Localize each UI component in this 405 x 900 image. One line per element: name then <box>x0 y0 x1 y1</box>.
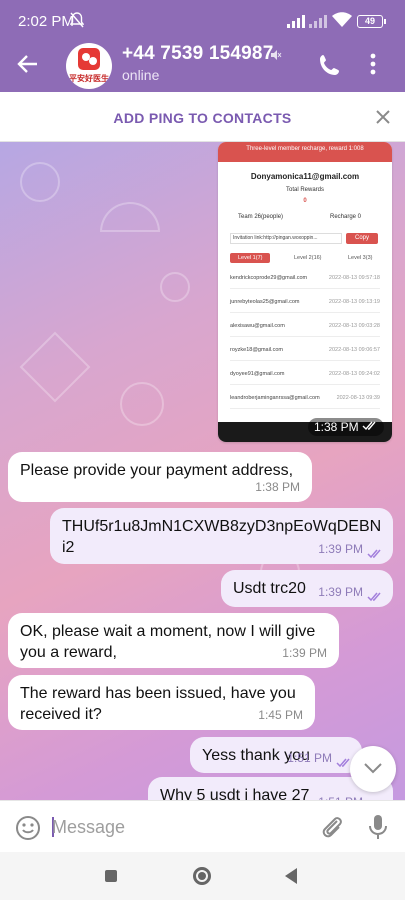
photo-row: dyoyee91@gmail.com 2022-08-13 09:24:02 <box>230 364 380 385</box>
message-bubble-incoming[interactable]: Please provide your payment address, 1:3… <box>8 452 312 502</box>
message-bubble-outgoing[interactable]: Yess thank you 1:51 PM <box>190 737 362 773</box>
photo-row-date: 2022-08-13 09:39 <box>336 395 380 401</box>
photo-recharge-label: Recharge 0 <box>330 214 362 220</box>
read-checks-icon <box>362 421 376 431</box>
avatar[interactable]: 平安好医生 <box>66 43 112 89</box>
recent-apps-icon[interactable] <box>105 870 117 882</box>
message-text: The reward has been issued, have you rec… <box>20 685 296 723</box>
photo-row: junrebyteolas25@gmail.com 2022-08-13 09:1… <box>230 292 380 313</box>
message-time: 1:51 PM <box>287 751 332 765</box>
message-time: 1:38 PM <box>255 480 300 494</box>
back-arrow-icon[interactable] <box>17 53 39 80</box>
photo-row-date: 2022-08-13 09:57:18 <box>328 275 380 281</box>
message-bubble-incoming[interactable]: The reward has been issued, have you rec… <box>8 675 315 730</box>
wallpaper-doodle <box>120 382 164 426</box>
battery-icon: 49 <box>357 15 386 28</box>
photo-row-email: alexisawu@gmail.com <box>230 323 285 329</box>
photo-row-email: kendrickcoprode29@gmail.com <box>230 275 308 281</box>
photo-row-email: leandroberjaminganrssa@gmail.com <box>230 395 320 401</box>
wallpaper-doodle <box>100 202 160 232</box>
add-to-contacts-button[interactable]: ADD PING TO CONTACTS <box>0 110 405 126</box>
photo-row-date: 2022-08-13 09:03:28 <box>328 323 380 329</box>
photo-row-date: 2022-08-13 09:24:02 <box>328 371 380 377</box>
scroll-to-bottom-button[interactable] <box>350 746 396 792</box>
photo-row: leandroberjaminganrssa@gmail.com 2022-08-… <box>230 388 380 409</box>
add-contact-bar: ADD PING TO CONTACTS <box>0 92 405 142</box>
message-bubble-outgoing[interactable]: Usdt trc20 1:39 PM <box>221 570 393 607</box>
wallpaper-doodle <box>160 272 190 302</box>
image-time-text: 1:38 PM <box>313 420 359 434</box>
app-logo-icon <box>78 48 100 70</box>
message-time: 1:39 PM <box>318 585 363 599</box>
message-time: 1:38 PM <box>307 418 384 436</box>
back-icon[interactable] <box>285 868 297 884</box>
photo-row-email: royzke18@gmail.com <box>230 347 283 353</box>
read-checks-icon <box>367 592 381 602</box>
message-input[interactable]: Message <box>52 817 302 838</box>
photo-email: Donyamonica11@gmail.com <box>250 172 360 181</box>
wifi-icon <box>332 12 352 33</box>
photo-tab: Level 2(16) <box>294 255 322 261</box>
photo-banner: Three-level member recharge, reward 1:00… <box>218 142 392 162</box>
message-composer: Message <box>0 800 405 852</box>
status-bar: 2:02 PM 49 <box>0 0 405 40</box>
photo-row: alexisawu@gmail.com 2022-08-13 09:03:28 <box>230 316 380 337</box>
muted-speaker-icon <box>270 48 282 66</box>
attach-icon[interactable] <box>320 814 344 845</box>
more-options-icon[interactable] <box>370 53 376 80</box>
cell-signal-icon <box>287 14 305 28</box>
message-time: 1:39 PM <box>282 646 327 660</box>
notifications-muted-icon <box>69 12 85 33</box>
photo-row-date: 2022-08-13 09:06:57 <box>328 347 380 353</box>
read-checks-icon <box>367 549 381 559</box>
emoji-icon[interactable] <box>15 815 41 846</box>
photo-total-value: 0 <box>303 198 307 204</box>
message-text: Usdt trc20 <box>233 580 306 597</box>
wallpaper-doodle <box>19 331 91 403</box>
message-time: 1:39 PM <box>318 542 363 556</box>
photo-tab: Level 1(7) <box>230 253 271 263</box>
close-icon[interactable] <box>376 110 390 129</box>
photo-row: royzke18@gmail.com 2022-08-13 09:06:57 <box>230 340 380 361</box>
contact-status: online <box>122 67 160 83</box>
system-navigation-bar <box>0 852 405 900</box>
chat-header: 平安好医生 +44 7539 154987 online <box>0 40 405 92</box>
message-text: OK, please wait a moment, now I will giv… <box>20 623 316 661</box>
message-bubble-incoming[interactable]: OK, please wait a moment, now I will giv… <box>8 613 339 668</box>
status-time: 2:02 PM <box>18 13 74 30</box>
message-bubble-outgoing[interactable]: THUf5r1u8JmN1CXWB8zyD3npEoWqDEBN i2 1:39… <box>50 508 393 564</box>
chevron-down-icon <box>364 763 382 774</box>
cell-signal-2-icon <box>309 14 327 28</box>
wallpaper-doodle <box>20 162 60 202</box>
photo-row-email: dyoyee91@gmail.com <box>230 371 285 377</box>
phone-call-icon[interactable] <box>318 53 342 82</box>
message-text: Please provide your payment address, <box>20 462 294 479</box>
contact-title[interactable]: +44 7539 154987 <box>122 43 273 65</box>
photo-row-date: 2022-08-13 09:13:19 <box>328 299 380 305</box>
photo-total-label: Total Rewards <box>285 187 324 193</box>
message-time: 1:45 PM <box>258 708 303 722</box>
photo-invitation: Invitation link:http://pingan.woxoppin..… <box>230 233 342 244</box>
photo-row: kendrickcoprode29@gmail.com 2022-08-13 09… <box>230 268 380 289</box>
photo-row-email: junrebyteolas25@gmail.com <box>230 299 300 305</box>
microphone-icon[interactable] <box>368 814 388 845</box>
photo-copy: Copy <box>346 233 378 244</box>
home-icon[interactable] <box>193 867 211 885</box>
photo-team-label: Team 26(people) <box>238 214 284 220</box>
image-message[interactable]: Three-level member recharge, reward 1:00… <box>218 142 392 442</box>
photo-tab: Level 3(3) <box>348 255 373 261</box>
avatar-caption: 平安好医生 <box>69 74 109 83</box>
